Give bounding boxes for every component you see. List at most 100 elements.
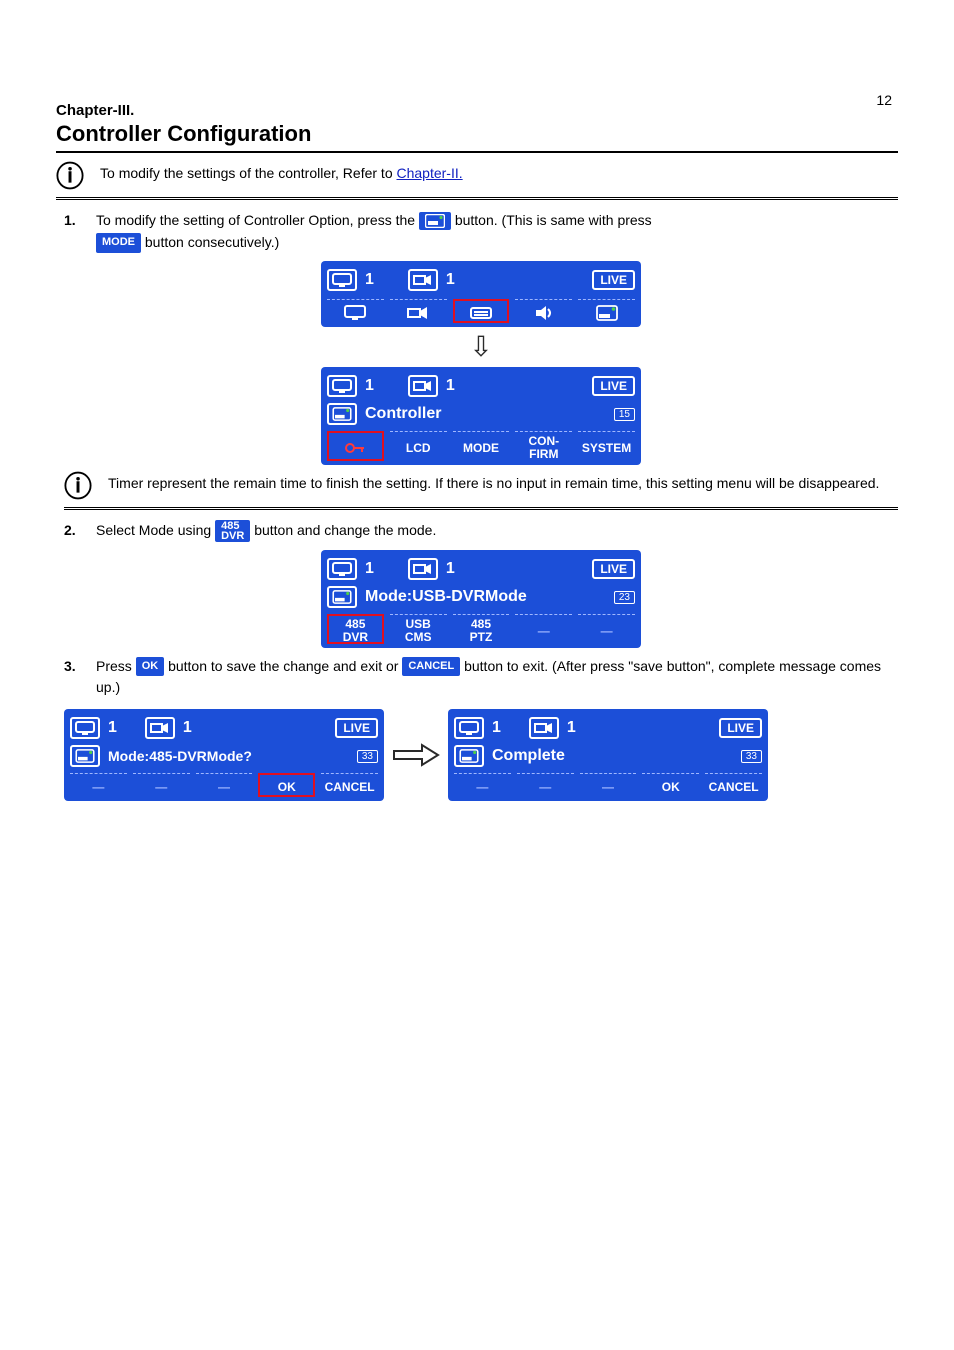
monitor-icon	[70, 717, 100, 739]
soft-ok[interactable]: OK	[258, 773, 315, 797]
step-3-text-b: button to save the change and exit or	[168, 658, 402, 674]
ok-badge: OK	[136, 657, 165, 676]
monitor-number: 1	[365, 377, 374, 395]
divider	[64, 507, 898, 510]
controller-icon	[596, 304, 618, 322]
step-1-text-c: button consecutively.)	[145, 234, 279, 250]
sound-icon	[533, 304, 555, 322]
key-icon	[344, 441, 366, 455]
485-dvr-badge: 485DVR	[215, 520, 250, 543]
lcd-screen-mode-select: 1 1 LIVE Mode:USB-DVRMode 23 485DVR USBC…	[321, 550, 641, 647]
controller-icon	[425, 214, 445, 228]
step-3-text-a: Press	[96, 658, 136, 674]
timer-value: 33	[741, 750, 762, 763]
soft-485-ptz[interactable]: 485PTZ	[453, 614, 510, 643]
soft-485-dvr[interactable]: 485DVR	[327, 614, 384, 643]
lcd-screen-controller-menu: 1 1 LIVE Controller 15 LCD M	[321, 367, 641, 464]
info-note-2: ⓘ Timer represent the remain time to fin…	[64, 473, 898, 501]
controller-icon	[327, 586, 357, 608]
info-icon: ⓘ	[56, 163, 84, 191]
status-chip: LIVE	[592, 270, 635, 290]
step-3: 3. Press OK button to save the change an…	[64, 656, 898, 699]
soft-confirm[interactable]: CON-FIRM	[515, 431, 572, 460]
confirm-complete-row: 1 1 LIVE Mode:485-DVRMode? 33 — — — OK	[64, 709, 898, 801]
camera-icon	[408, 558, 438, 580]
step-1-text-a: To modify the setting of Controller Opti…	[96, 212, 419, 228]
soft-cancel[interactable]: CANCEL	[321, 773, 378, 797]
camera-number: 1	[183, 719, 192, 737]
lcd-screen-confirm: 1 1 LIVE Mode:485-DVRMode? 33 — — — OK	[64, 709, 384, 801]
soft-cancel[interactable]: CANCEL	[705, 773, 762, 797]
monitor-icon	[344, 304, 366, 322]
info1-link[interactable]: Chapter-II.	[397, 165, 463, 181]
step-1-number: 1.	[64, 210, 86, 232]
camera-number: 1	[446, 271, 455, 289]
step-2-text-b: button and change the mode.	[254, 522, 436, 538]
soft-keyboard[interactable]	[453, 299, 510, 323]
soft-sound[interactable]	[515, 299, 572, 323]
info1-prefix: To modify the settings of the controller…	[100, 165, 396, 181]
soft-mode[interactable]: MODE	[453, 431, 510, 460]
status-chip: LIVE	[592, 559, 635, 579]
divider	[56, 197, 898, 200]
monitor-icon	[327, 375, 357, 397]
step-1-text-b: button. (This is same with press	[455, 212, 652, 228]
arrow-right-icon	[392, 737, 440, 773]
info-note-1: ⓘ To modify the settings of the controll…	[56, 163, 898, 191]
chapter-title: Controller Configuration	[56, 121, 898, 147]
soft-controller[interactable]	[578, 299, 635, 323]
mode-badge: MODE	[96, 233, 141, 252]
soft-empty: —	[517, 773, 574, 797]
soft-empty: —	[580, 773, 637, 797]
status-chip: LIVE	[719, 718, 762, 738]
step-2-number: 2.	[64, 520, 86, 542]
page-number: 12	[876, 92, 892, 108]
info-icon: ⓘ	[64, 473, 92, 501]
monitor-icon	[327, 558, 357, 580]
timer-value: 33	[357, 750, 378, 763]
chapter-super: Chapter-III.	[56, 102, 898, 119]
controller-label: Controller	[365, 405, 441, 423]
camera-icon	[408, 269, 438, 291]
camera-number: 1	[567, 719, 576, 737]
step-2: 2. Select Mode using 485DVR button and c…	[64, 520, 898, 543]
soft-camera[interactable]	[390, 299, 447, 323]
step-2-text-a: Select Mode using	[96, 522, 215, 538]
info2-text: Timer represent the remain time to finis…	[108, 473, 879, 494]
controller-icon	[454, 745, 484, 767]
camera-icon	[529, 717, 559, 739]
complete-label: Complete	[492, 747, 565, 765]
lcd-screen-complete: 1 1 LIVE Complete 33 — — — OK CAN	[448, 709, 768, 801]
controller-icon	[70, 745, 100, 767]
monitor-number: 1	[108, 719, 117, 737]
step-3-number: 3.	[64, 656, 86, 678]
arrow-down-icon: ⇩	[469, 333, 492, 361]
monitor-icon	[327, 269, 357, 291]
camera-number: 1	[446, 377, 455, 395]
soft-usb-cms[interactable]: USBCMS	[390, 614, 447, 643]
soft-empty: —	[70, 773, 127, 797]
controller-badge-inline	[419, 212, 451, 230]
timer-value: 23	[614, 591, 635, 604]
monitor-number: 1	[365, 560, 374, 578]
cancel-badge: CANCEL	[402, 657, 460, 676]
monitor-number: 1	[492, 719, 501, 737]
chapter-heading: Chapter-III. Controller Configuration	[56, 102, 898, 153]
monitor-number: 1	[365, 271, 374, 289]
step-1: 1. To modify the setting of Controller O…	[64, 210, 898, 253]
soft-empty: —	[133, 773, 190, 797]
soft-monitor[interactable]	[327, 299, 384, 323]
controller-icon	[327, 403, 357, 425]
soft-empty: —	[578, 614, 635, 643]
mode-label: Mode:USB-DVRMode	[365, 588, 527, 606]
soft-empty: —	[515, 614, 572, 643]
camera-number: 1	[446, 560, 455, 578]
soft-ok[interactable]: OK	[642, 773, 699, 797]
camera-icon	[408, 375, 438, 397]
soft-key[interactable]	[327, 431, 384, 460]
status-chip: LIVE	[335, 718, 378, 738]
soft-lcd[interactable]: LCD	[390, 431, 447, 460]
soft-system[interactable]: SYSTEM	[578, 431, 635, 460]
confirm-label: Mode:485-DVRMode?	[108, 748, 252, 764]
monitor-icon	[454, 717, 484, 739]
